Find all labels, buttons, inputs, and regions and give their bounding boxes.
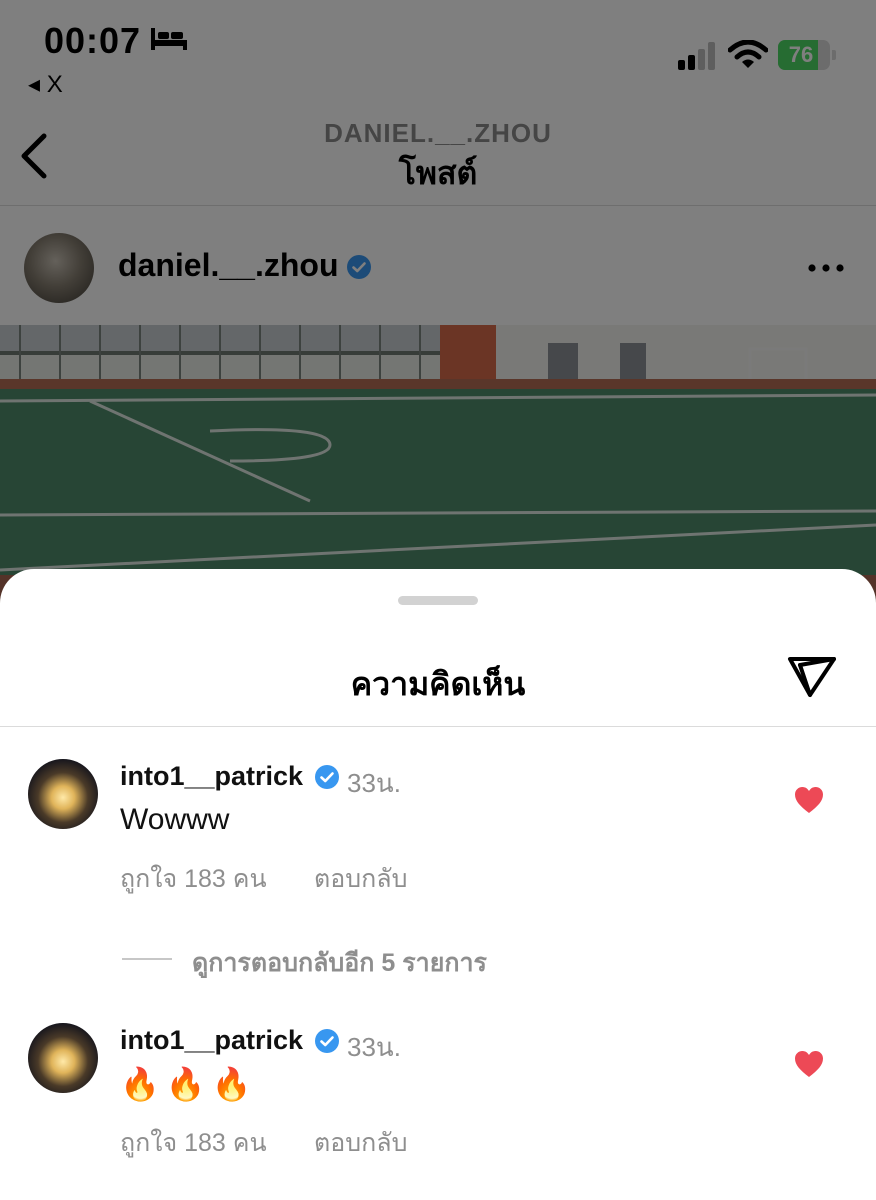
view-replies-label: ดูการตอบกลับอีก 5 รายการ: [192, 949, 487, 977]
sheet-grabber-handle[interactable]: [398, 596, 478, 605]
comment-time: 33น.: [347, 1032, 401, 1062]
heart-icon[interactable]: [794, 1050, 824, 1078]
comment-time: 33น.: [347, 768, 401, 798]
sheet-title: ความคิดเห็น: [350, 666, 526, 702]
comment-text: 🔥🔥🔥: [120, 1066, 258, 1102]
comment-avatar[interactable]: [28, 1023, 98, 1093]
comment-item: into1__patrick 33น. 🔥🔥🔥 ถูกใจ 183 คน ตอบ…: [0, 1023, 876, 1163]
reply-button[interactable]: ตอบกลับ: [314, 859, 407, 899]
comment-likes-link[interactable]: ถูกใจ 183 คน: [120, 1123, 267, 1163]
heart-icon[interactable]: [794, 786, 824, 814]
comment-text: Wowww: [120, 803, 230, 836]
verified-badge-icon: [315, 1029, 339, 1053]
comment-username[interactable]: into1__patrick: [120, 761, 303, 792]
divider: [0, 726, 876, 727]
reply-button[interactable]: ตอบกลับ: [314, 1123, 407, 1163]
comments-sheet: ความคิดเห็น into1__patrick 33น. Wowww ถู…: [0, 569, 876, 1200]
view-replies-line: [122, 958, 172, 960]
modal-backdrop[interactable]: [0, 0, 876, 620]
comment-username[interactable]: into1__patrick: [120, 1025, 303, 1056]
comment-avatar[interactable]: [28, 759, 98, 829]
comment-item: into1__patrick 33น. Wowww ถูกใจ 183 คน ต…: [0, 759, 876, 899]
view-replies-button[interactable]: ดูการตอบกลับอีก 5 รายการ: [0, 941, 876, 977]
comment-likes-link[interactable]: ถูกใจ 183 คน: [120, 859, 267, 899]
send-icon[interactable]: [786, 653, 838, 699]
verified-badge-icon: [315, 765, 339, 789]
